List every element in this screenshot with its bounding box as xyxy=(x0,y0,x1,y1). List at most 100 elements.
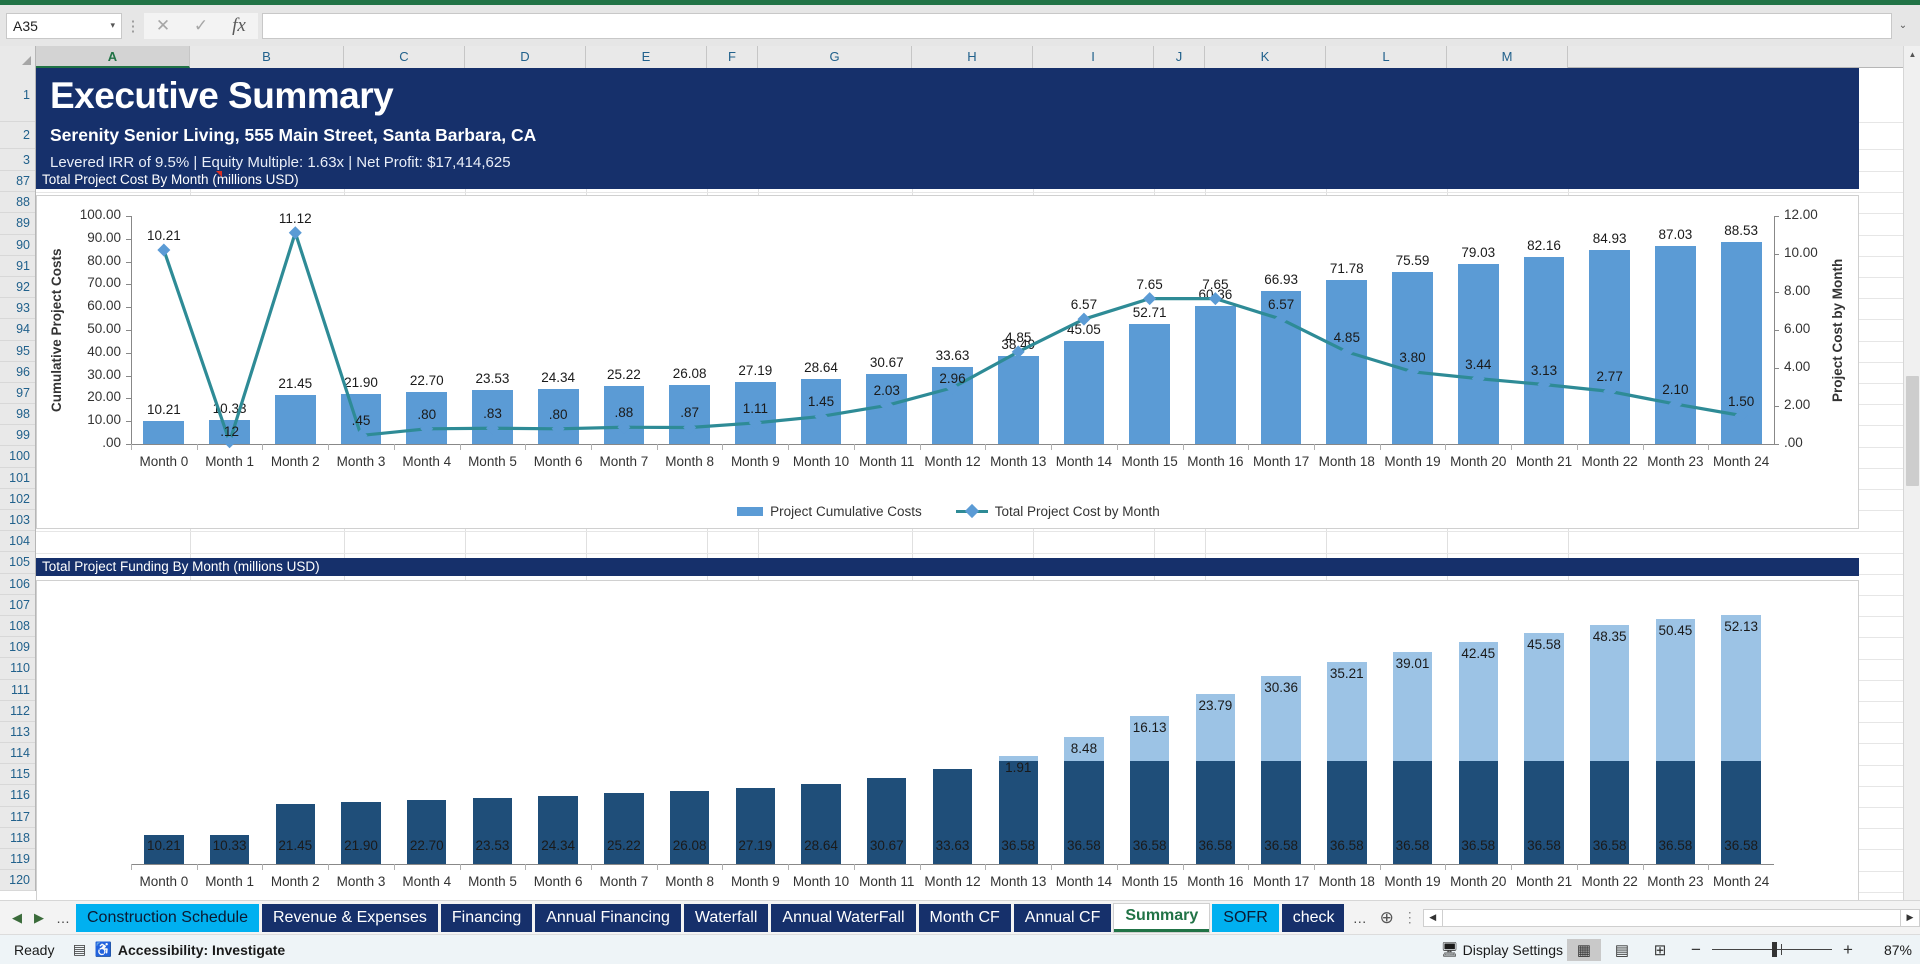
hscroll-right-icon[interactable]: ▶ xyxy=(1900,908,1920,927)
chart2-bar-equity[interactable] xyxy=(538,795,578,864)
column-header-I[interactable]: I xyxy=(1033,46,1154,68)
chart2-bar-equity[interactable] xyxy=(407,800,447,864)
zoom-slider[interactable] xyxy=(1712,942,1832,957)
column-header-F[interactable]: F xyxy=(707,46,758,68)
sheet-tab-financing[interactable]: Financing xyxy=(440,903,533,932)
zoom-control[interactable]: − + 87% xyxy=(1689,940,1912,960)
row-header-118[interactable]: 118 xyxy=(0,827,35,849)
row-header-94[interactable]: 94 xyxy=(0,319,35,341)
row-header-109[interactable]: 109 xyxy=(0,637,35,659)
row-header-101[interactable]: 101 xyxy=(0,467,35,489)
record-macro-icon[interactable]: ▤ xyxy=(64,941,94,958)
chart1-bar[interactable] xyxy=(1129,323,1171,444)
chart1-bar[interactable] xyxy=(800,378,842,444)
zoom-in-button[interactable]: + xyxy=(1841,940,1855,960)
chart1-bar[interactable] xyxy=(997,356,1039,444)
column-header-H[interactable]: H xyxy=(912,46,1033,68)
display-settings-icon[interactable]: 🖥 xyxy=(1441,941,1459,958)
chart2-bar-debt[interactable] xyxy=(1721,614,1761,762)
column-header-G[interactable]: G xyxy=(758,46,912,68)
row-header-120[interactable]: 120 xyxy=(0,870,35,892)
chart-project-cost-by-month[interactable]: Cumulative Project Costs Project Cost by … xyxy=(36,195,1859,529)
row-header-1[interactable]: 1 xyxy=(0,68,35,122)
row-header-103[interactable]: 103 xyxy=(0,510,35,532)
row-header-115[interactable]: 115 xyxy=(0,764,35,786)
chart1-bar[interactable] xyxy=(1063,341,1105,444)
expand-formula-bar-icon[interactable]: ⌄ xyxy=(1892,20,1914,31)
name-box[interactable]: A35 ▾ xyxy=(6,12,122,39)
row-header-91[interactable]: 91 xyxy=(0,255,35,277)
add-sheet-button[interactable]: ⊕ xyxy=(1373,904,1401,932)
sheet-tab-revenue-expenses[interactable]: Revenue & Expenses xyxy=(261,903,438,932)
accessibility-status[interactable]: ♿ Accessibility: Investigate xyxy=(94,941,285,958)
chart1-legend-item[interactable]: Total Project Cost by Month xyxy=(955,504,1160,519)
sheet-tab-annual-financing[interactable]: Annual Financing xyxy=(535,903,681,932)
row-header-102[interactable]: 102 xyxy=(0,488,35,510)
zoom-slider-thumb[interactable] xyxy=(1772,942,1777,957)
vertical-scrollbar[interactable]: ▲ ▼ xyxy=(1903,46,1920,915)
display-settings-label[interactable]: Display Settings xyxy=(1463,942,1563,958)
chevron-down-icon[interactable]: ▾ xyxy=(110,20,115,31)
cancel-icon[interactable]: ✕ xyxy=(144,12,182,39)
tab-nav-prev[interactable]: ◀ xyxy=(6,910,28,926)
hscroll-track[interactable] xyxy=(1442,908,1900,927)
row-header-113[interactable]: 113 xyxy=(0,721,35,744)
sheet-tab-annual-waterfall[interactable]: Annual WaterFall xyxy=(771,903,916,932)
row-header-2[interactable]: 2 xyxy=(0,122,35,149)
row-header-104[interactable]: 104 xyxy=(0,531,35,553)
column-header-D[interactable]: D xyxy=(465,46,586,68)
column-header-A[interactable]: A xyxy=(36,46,190,68)
row-header-3[interactable]: 3 xyxy=(0,149,35,171)
chart1-bar[interactable] xyxy=(1195,306,1236,444)
row-header-105[interactable]: 105 xyxy=(0,552,35,574)
row-header-99[interactable]: 99 xyxy=(0,425,35,447)
tab-context-menu-icon[interactable]: ⋮ xyxy=(1401,909,1419,926)
column-header-K[interactable]: K xyxy=(1205,46,1326,68)
tab-nav-more[interactable]: … xyxy=(50,910,76,926)
row-header-108[interactable]: 108 xyxy=(0,615,35,638)
column-header-J[interactable]: J xyxy=(1154,46,1205,68)
chart-project-funding-by-month[interactable]: 10.21 Month 0 10.33 Month 1 21.45 Month 2 21.9… xyxy=(36,580,1859,915)
formula-bar-grip[interactable]: ⋮ xyxy=(122,17,144,35)
chart2-bar-debt[interactable] xyxy=(1524,633,1564,762)
insert-function-icon[interactable]: fx xyxy=(220,12,258,39)
row-header-116[interactable]: 116 xyxy=(0,785,35,807)
horizontal-scrollbar[interactable]: ◀ ▶ xyxy=(1422,908,1920,927)
chart1-bar[interactable] xyxy=(1523,256,1565,444)
comment-indicator-icon[interactable] xyxy=(216,171,222,177)
row-header-106[interactable]: 106 xyxy=(0,573,35,595)
row-header-114[interactable]: 114 xyxy=(0,743,35,765)
scroll-up-icon[interactable]: ▲ xyxy=(1904,46,1920,63)
sheet-tab-sofr[interactable]: SOFR xyxy=(1212,903,1279,932)
row-header-119[interactable]: 119 xyxy=(0,849,35,871)
row-header-96[interactable]: 96 xyxy=(0,361,35,383)
chart2-bar-debt[interactable] xyxy=(1655,619,1696,762)
row-header-87[interactable]: 87 xyxy=(0,171,35,193)
chart1-bar[interactable] xyxy=(143,420,185,444)
column-header-E[interactable]: E xyxy=(586,46,707,68)
row-header-98[interactable]: 98 xyxy=(0,404,35,426)
sheet-tab-annual-cf[interactable]: Annual CF xyxy=(1013,903,1112,932)
row-header-90[interactable]: 90 xyxy=(0,234,35,256)
tab-nav-next[interactable]: ▶ xyxy=(28,910,50,926)
sheet-tab-month-cf[interactable]: Month CF xyxy=(918,903,1011,932)
row-header-93[interactable]: 93 xyxy=(0,298,35,320)
chart1-bar[interactable] xyxy=(1720,242,1762,444)
row-header-92[interactable]: 92 xyxy=(0,276,35,299)
row-header-110[interactable]: 110 xyxy=(0,658,35,680)
chart1-bar[interactable] xyxy=(1655,245,1696,444)
zoom-out-button[interactable]: − xyxy=(1689,940,1703,960)
sheet-tab-waterfall[interactable]: Waterfall xyxy=(683,903,769,932)
select-all-corner[interactable] xyxy=(0,46,36,68)
chart1-bar[interactable] xyxy=(1260,291,1302,444)
row-header-89[interactable]: 89 xyxy=(0,213,35,235)
confirm-icon[interactable]: ✓ xyxy=(182,12,220,39)
zoom-percentage[interactable]: 87% xyxy=(1864,942,1912,958)
chart1-bar[interactable] xyxy=(1457,263,1499,444)
row-header-111[interactable]: 111 xyxy=(0,679,35,701)
formula-input[interactable] xyxy=(262,12,1892,39)
row-header-95[interactable]: 95 xyxy=(0,340,35,362)
row-header-112[interactable]: 112 xyxy=(0,700,35,722)
page-break-icon[interactable]: ⊞ xyxy=(1643,939,1677,961)
sheet-canvas[interactable]: Executive Summary Serenity Senior Living… xyxy=(36,68,1913,915)
